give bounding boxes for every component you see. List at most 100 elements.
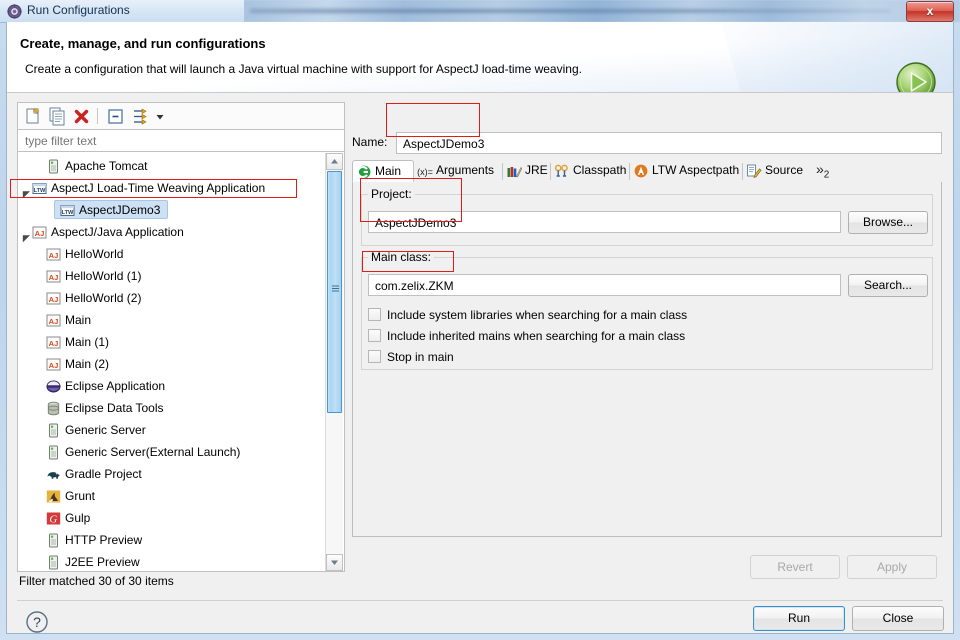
tab-overflow-button[interactable]: »2: [816, 161, 829, 180]
copy-document-icon[interactable]: [47, 106, 68, 127]
red-x-delete-icon[interactable]: [71, 106, 92, 127]
configuration-editor-panel: Name: Main (x)=Arguments JRE Classpath LTW A…: [352, 102, 942, 594]
configuration-tabs: Main (x)= Arguments JRE Classpath LTW Aspectp…: [352, 160, 942, 183]
tree-toolbar: [17, 102, 345, 129]
svg-text:AJ: AJ: [49, 295, 59, 304]
scroll-up-arrow-icon[interactable]: [326, 153, 343, 170]
tree-item[interactable]: LTW AspectJDemo3: [18, 199, 326, 221]
tab-source[interactable]: Source: [743, 160, 810, 182]
tree-item-label: Eclipse Application: [65, 379, 166, 393]
run-config-icon: [7, 4, 22, 19]
tree-item[interactable]: AJ AspectJ/Java Application: [18, 221, 326, 243]
search-input[interactable]: [23, 133, 337, 149]
tab-main[interactable]: Main: [352, 160, 414, 182]
tab-label: Arguments: [436, 163, 495, 177]
project-group: Project: Browse...: [361, 187, 933, 246]
tab-separator: [413, 163, 414, 180]
tab-label: LTW Aspectpath: [652, 163, 740, 177]
tree-item-label: Main (2): [65, 357, 110, 371]
apply-button[interactable]: Apply: [847, 555, 937, 579]
gradle-elephant-icon: [46, 467, 61, 482]
tab-label: JRE: [525, 163, 548, 177]
footer-divider: [17, 600, 943, 601]
aj-icon: AJ: [46, 313, 61, 328]
scrollbar-thumb[interactable]: [327, 171, 342, 413]
svg-text:AJ: AJ: [49, 361, 59, 370]
tree-item[interactable]: G Gulp: [18, 507, 326, 529]
green-run-circle-icon: [896, 62, 936, 92]
database-icon: [46, 401, 61, 416]
tree-item[interactable]: J2EE Preview: [18, 551, 326, 571]
tree-item[interactable]: Eclipse Data Tools: [18, 397, 326, 419]
tree-item[interactable]: Eclipse Application: [18, 375, 326, 397]
tree-item[interactable]: Generic Server(External Launch): [18, 441, 326, 463]
tree-item[interactable]: AJ Main (1): [18, 331, 326, 353]
tab-jre[interactable]: JRE: [503, 160, 551, 182]
tab-classpath[interactable]: Classpath: [551, 160, 630, 182]
tree-item-label: Main (1): [65, 335, 110, 349]
tree-item[interactable]: AJ Main (2): [18, 353, 326, 375]
tab-separator: [502, 163, 503, 180]
tree-item[interactable]: Grunt: [18, 485, 326, 507]
tree-item[interactable]: AJ Main: [18, 309, 326, 331]
run-button[interactable]: Run: [753, 606, 845, 631]
tree-item-label: Eclipse Data Tools: [65, 401, 164, 415]
tree-item[interactable]: HTTP Preview: [18, 529, 326, 551]
browse-button[interactable]: Browse...: [848, 211, 928, 234]
source-pencil-icon: [746, 163, 762, 179]
aj-icon: AJ: [46, 269, 61, 284]
filter-match-status: Filter matched 30 of 30 items: [19, 574, 174, 588]
svg-text:AJ: AJ: [49, 251, 59, 260]
close-button[interactable]: Close: [852, 606, 944, 631]
tree-item[interactable]: Generic Server: [18, 419, 326, 441]
svg-text:LTW: LTW: [34, 188, 46, 194]
tab-separator: [629, 163, 630, 180]
arguments-x-icon: (x)=: [417, 163, 433, 179]
tab-separator: [550, 163, 551, 180]
collapse-all-icon[interactable]: [105, 106, 126, 127]
search-button[interactable]: Search...: [848, 274, 928, 297]
checkbox-icon: [368, 329, 381, 342]
checkbox-label: Include inherited mains when searching f…: [387, 329, 686, 343]
tree-vertical-scrollbar[interactable]: [325, 153, 343, 571]
tree-item[interactable]: AJ HelloWorld (2): [18, 287, 326, 309]
title-bar: Run Configurations x: [0, 0, 960, 23]
name-row: Name:: [352, 132, 942, 154]
tree-item[interactable]: Gradle Project: [18, 463, 326, 485]
tree-item-label: AspectJ/Java Application: [51, 225, 184, 239]
ltw-icon: LTW: [32, 181, 47, 196]
name-field[interactable]: [401, 136, 935, 152]
tree-item-label: Apache Tomcat: [65, 159, 148, 173]
tree-item[interactable]: AJ HelloWorld: [18, 243, 326, 265]
scrollbar-grip-icon: [332, 285, 339, 292]
chevron-down-icon[interactable]: [154, 106, 166, 127]
svg-text:AJ: AJ: [49, 339, 59, 348]
server-icon: [46, 423, 61, 438]
tree-item-label: Grunt: [65, 489, 96, 503]
server-icon: [46, 445, 61, 460]
help-question-icon[interactable]: ?: [25, 610, 49, 634]
tree-item-label: Gulp: [65, 511, 91, 525]
project-field[interactable]: [373, 215, 837, 231]
close-window-button[interactable]: x: [906, 1, 954, 22]
tree-item[interactable]: LTW AspectJ Load-Time Weaving Application: [18, 177, 326, 199]
svg-text:AJ: AJ: [49, 317, 59, 326]
tree-item-label: Main: [65, 313, 92, 327]
scroll-down-arrow-icon[interactable]: [326, 554, 343, 571]
page-description: Create a configuration that will launch …: [25, 62, 582, 76]
main-class-field[interactable]: [373, 278, 837, 294]
tree-item[interactable]: AJ HelloWorld (1): [18, 265, 326, 287]
new-document-icon[interactable]: [23, 106, 44, 127]
server-icon: [46, 159, 61, 174]
expand-twisty-icon[interactable]: [22, 184, 31, 199]
revert-button[interactable]: Revert: [750, 555, 840, 579]
tree-item[interactable]: Apache Tomcat: [18, 155, 326, 177]
tab-arguments[interactable]: (x)= Arguments: [414, 160, 503, 182]
name-field-container: [396, 132, 942, 154]
filter-arrows-icon[interactable]: [129, 106, 150, 127]
server-icon: [46, 533, 61, 548]
ltw-aspectpath-icon: [633, 163, 649, 179]
tab-ltw-aspectpath[interactable]: LTW Aspectpath: [630, 160, 743, 182]
tree-item-label: HelloWorld (1): [65, 269, 142, 283]
expand-twisty-icon[interactable]: [22, 228, 31, 243]
